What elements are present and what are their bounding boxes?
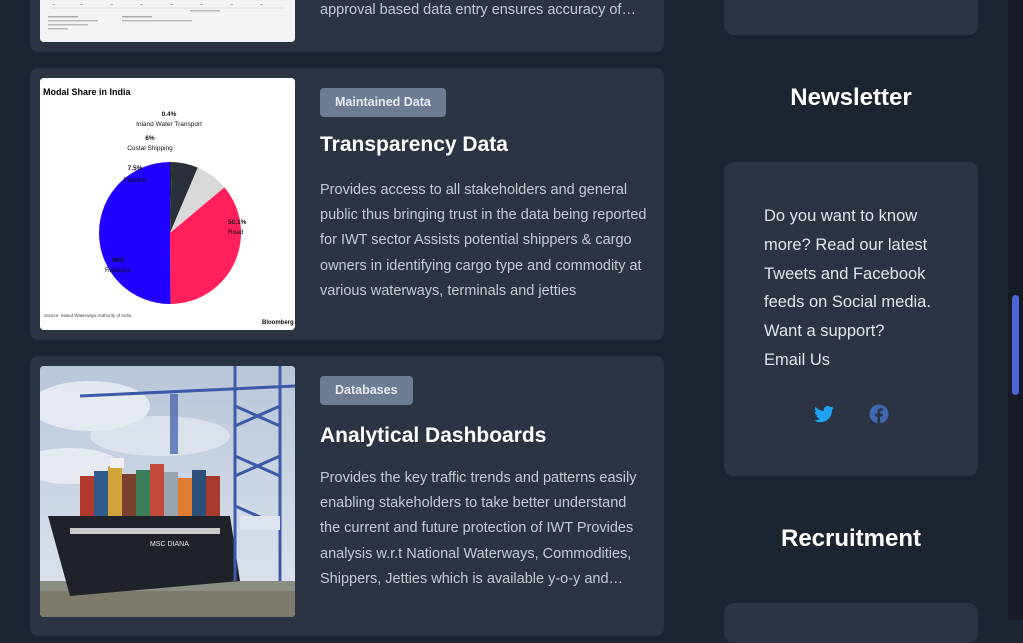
pie-category-label: Costal Shipping: [127, 145, 173, 152]
card-description: Provides access to all stakeholders and …: [320, 182, 647, 299]
newsletter-body: Do you want to know more? Read our lates…: [764, 207, 931, 341]
pie-category-label: Road: [228, 229, 244, 236]
pie-value-label: 0.4%: [162, 111, 177, 118]
card-title[interactable]: Analytical Dashboards: [320, 424, 546, 448]
ship-name: MSC DIANA: [150, 541, 189, 548]
card-thumbnail[interactable]: [40, 0, 295, 42]
modal-share-chart-image[interactable]: Modal Share in India 0.4% Inland Water Tr…: [40, 78, 295, 330]
pie-value-label: 6%: [145, 135, 155, 142]
twitter-icon[interactable]: [812, 402, 836, 426]
chart-title: Modal Share in India: [43, 87, 132, 97]
sidebar: Newsletter Do you want to know more? Rea…: [710, 0, 1008, 643]
recruitment-box: [724, 603, 978, 643]
card-description: Provides the key traffic trends and patt…: [320, 470, 637, 587]
recruitment-heading: Recruitment: [780, 525, 922, 552]
pie-category-label: Pipeline: [123, 177, 147, 184]
facebook-icon[interactable]: [867, 402, 891, 426]
card-analytical-dashboards: MSC DIANA Databases Analytical Dashboard…: [30, 356, 664, 636]
main-column: approval based data entry ensures accura…: [0, 0, 695, 636]
pie-category-label: Inland Water Transport: [136, 121, 202, 128]
card-title[interactable]: Transparency Data: [320, 133, 508, 157]
pie-value-label: 36%: [111, 257, 124, 264]
card-top: approval based data entry ensures accura…: [30, 0, 664, 52]
card-transparency-data: Modal Share in India 0.4% Inland Water Tr…: [30, 68, 664, 340]
tag-badge[interactable]: Maintained Data: [320, 88, 446, 117]
chart-brand: Bloomberg: [262, 320, 294, 326]
container-ship-photo[interactable]: MSC DIANA: [40, 366, 295, 617]
pie-chart: Modal Share in India 0.4% Inland Water Tr…: [40, 78, 295, 330]
pie-value-label: 7.5%: [128, 165, 143, 172]
tag-badge[interactable]: Databases: [320, 376, 413, 405]
email-us-link[interactable]: Email Us: [764, 351, 830, 369]
newsletter-box: Do you want to know more? Read our lates…: [724, 162, 978, 476]
sidebar-box-top: [724, 0, 978, 35]
newsletter-heading: Newsletter: [790, 84, 912, 111]
pie-category-label: Railways: [105, 267, 132, 274]
newsletter-text: Do you want to know more? Read our lates…: [764, 202, 964, 375]
card-description: approval based data entry ensures accura…: [320, 2, 622, 18]
pie-value-label: 50.1%: [228, 219, 247, 226]
chart-source: Source: Inland Waterways Authority of In…: [44, 313, 132, 318]
scrollbar-thumb[interactable]: [1012, 295, 1019, 395]
